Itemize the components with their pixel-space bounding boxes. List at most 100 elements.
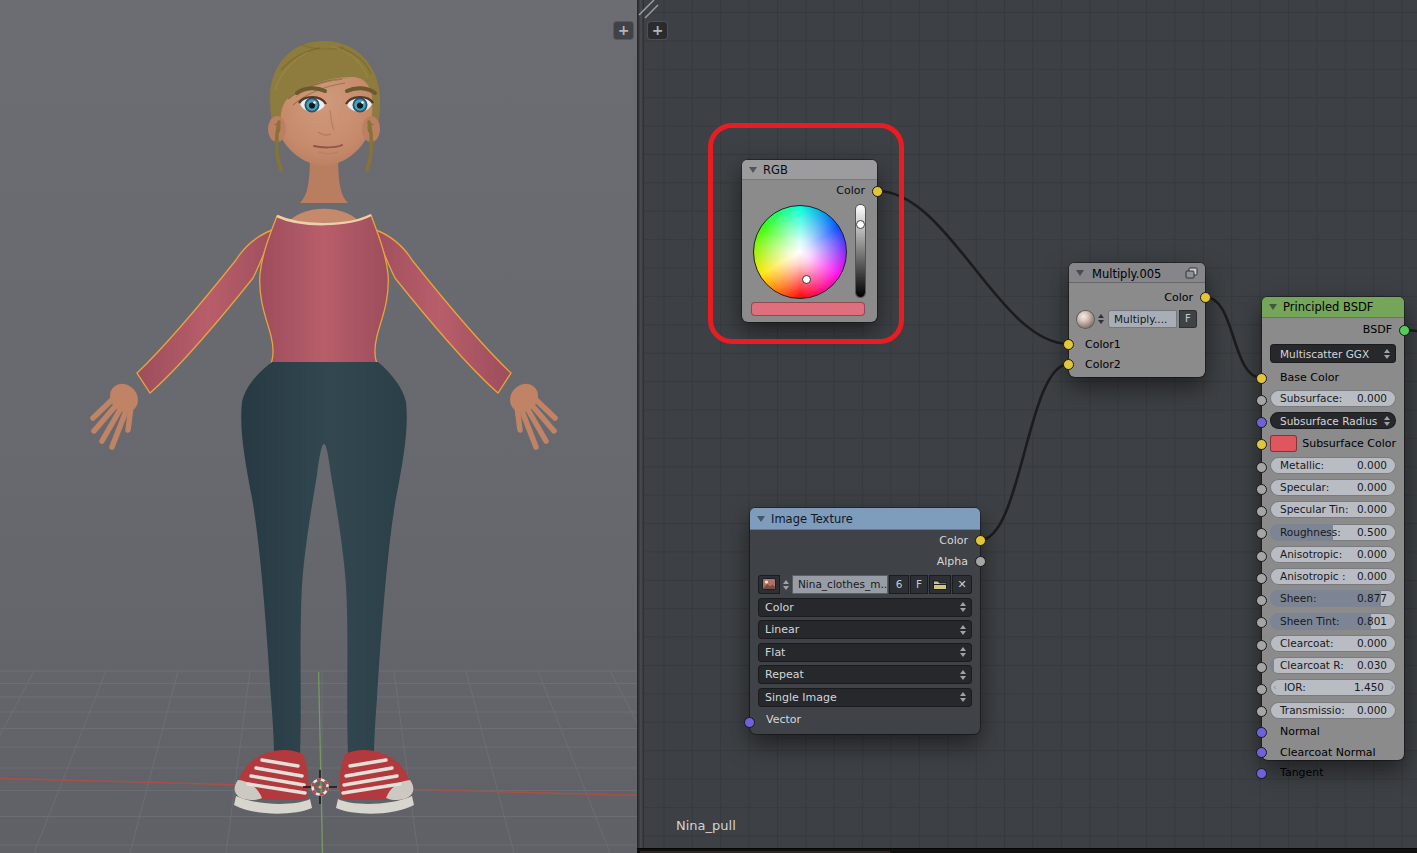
socket-clearcoat[interactable] bbox=[1256, 640, 1267, 651]
texture-option-dropdown-repeat[interactable]: Repeat bbox=[758, 665, 972, 684]
bsdf-row-transmissio: Transmissio:0.000 bbox=[1262, 702, 1404, 723]
socket-clearcoat-r[interactable] bbox=[1256, 662, 1267, 673]
socket-color-output[interactable] bbox=[975, 535, 986, 546]
node-principled-header[interactable]: Principled BSDF bbox=[1262, 297, 1404, 318]
slider-11[interactable]: Sheen Tint:0.801 bbox=[1270, 613, 1396, 630]
socket-subsurface[interactable] bbox=[1256, 395, 1267, 406]
dropdown-stepper-icon[interactable] bbox=[1384, 349, 1390, 359]
open-image-button[interactable] bbox=[929, 575, 951, 594]
image-users-count[interactable]: 6 bbox=[889, 575, 909, 594]
bsdf-row-roughness: Roughness:0.500 bbox=[1262, 524, 1404, 545]
texture-color-output-row: Color bbox=[750, 530, 980, 551]
viewport-3d[interactable] bbox=[0, 0, 637, 853]
node-principled-bsdf[interactable]: Principled BSDF BSDF Multiscatter GGX Ba… bbox=[1262, 297, 1404, 760]
socket-sheen[interactable] bbox=[1256, 595, 1267, 606]
input-label: Subsurface Color bbox=[1297, 437, 1396, 450]
bsdf-row-clearcoat: Clearcoat:0.000 bbox=[1262, 635, 1404, 656]
input-label: Tangent bbox=[1270, 763, 1396, 784]
texture-vector-input-row: Vector bbox=[750, 709, 980, 731]
bsdf-row-ior: ‹IOR:1.450› bbox=[1262, 679, 1404, 700]
copy-node-icon bbox=[1185, 267, 1198, 279]
dropdown-stepper-icon[interactable] bbox=[960, 602, 966, 612]
slider-15[interactable]: Transmissio:0.000 bbox=[1270, 702, 1396, 719]
dropdown-2[interactable]: Subsurface Radius bbox=[1270, 412, 1396, 429]
slider-10[interactable]: Sheen:0.877 bbox=[1270, 590, 1396, 607]
distribution-dropdown[interactable]: Multiscatter GGX bbox=[1270, 344, 1396, 363]
bsdf-output-row: BSDF bbox=[1262, 318, 1404, 341]
texture-option-dropdown-linear[interactable]: Linear bbox=[758, 620, 972, 639]
dropdown-stepper-icon[interactable] bbox=[960, 670, 966, 680]
area-corner-grip[interactable] bbox=[637, 0, 659, 20]
collapse-triangle-icon[interactable] bbox=[1076, 270, 1084, 276]
fake-user-button[interactable]: F bbox=[910, 575, 928, 594]
fake-user-button[interactable]: F bbox=[1179, 310, 1197, 328]
unlink-image-button[interactable]: ✕ bbox=[952, 575, 972, 594]
bsdf-row-normal: Normal bbox=[1262, 722, 1404, 743]
socket-normal[interactable] bbox=[1256, 727, 1267, 738]
blend-type-dropdown[interactable]: Multiply.... bbox=[1108, 310, 1177, 328]
socket-color-output[interactable] bbox=[1200, 292, 1211, 303]
image-name-field[interactable]: Nina_clothes_m... bbox=[792, 575, 888, 594]
bsdf-row-subsurface-color: Subsurface Color bbox=[1262, 435, 1404, 456]
socket-color1-input[interactable] bbox=[1063, 339, 1074, 350]
node-title: Image Texture bbox=[771, 512, 973, 526]
slider-9[interactable]: Anisotropic :0.000 bbox=[1270, 568, 1396, 585]
slider-4[interactable]: Metallic:0.000 bbox=[1270, 457, 1396, 474]
socket-base-color[interactable] bbox=[1256, 373, 1267, 384]
node-image-texture[interactable]: Image Texture Color Alpha Nina_clothes_m… bbox=[750, 508, 980, 734]
numfield-ior[interactable]: ‹IOR:1.450› bbox=[1270, 679, 1396, 696]
texture-option-dropdown-single-image[interactable]: Single Image bbox=[758, 688, 972, 707]
socket-clearcoat-normal[interactable] bbox=[1256, 747, 1267, 758]
slider-1[interactable]: Subsurface:0.000 bbox=[1270, 390, 1396, 407]
socket-ior[interactable] bbox=[1256, 684, 1267, 695]
dropdown-stepper-icon[interactable] bbox=[960, 692, 966, 702]
collapse-triangle-icon[interactable] bbox=[1269, 304, 1277, 310]
image-stepper[interactable] bbox=[781, 580, 791, 590]
bsdf-row-sheen: Sheen:0.877 bbox=[1262, 590, 1404, 611]
texture-option-dropdown-flat[interactable]: Flat bbox=[758, 643, 972, 662]
socket-subsurface-color[interactable] bbox=[1256, 439, 1267, 450]
socket-vector-input[interactable] bbox=[744, 717, 755, 728]
socket-subsurface-radius[interactable] bbox=[1256, 417, 1267, 428]
socket-specular-tin[interactable] bbox=[1256, 506, 1267, 517]
socket-color2-input[interactable] bbox=[1063, 359, 1074, 370]
slider-7[interactable]: Roughness:0.500 bbox=[1270, 524, 1396, 541]
viewport-expand-panel-button[interactable]: + bbox=[613, 21, 634, 40]
texture-option-dropdown-color[interactable]: Color bbox=[758, 598, 972, 617]
image-browse-button[interactable] bbox=[758, 575, 780, 594]
node-editor[interactable]: + RGB Color Multiply.005 Color Color1 Co… bbox=[644, 0, 1417, 853]
socket-bsdf-output[interactable] bbox=[1399, 325, 1410, 336]
slider-12[interactable]: Clearcoat:0.000 bbox=[1270, 635, 1396, 652]
socket-anisotropic[interactable] bbox=[1256, 551, 1267, 562]
subsurface-color-swatch[interactable] bbox=[1270, 435, 1297, 452]
node-multiply-header[interactable] bbox=[1069, 263, 1205, 283]
output-label: BSDF bbox=[1363, 323, 1392, 336]
dropdown-stepper-icon[interactable] bbox=[960, 625, 966, 635]
node-title: Principled BSDF bbox=[1283, 300, 1397, 314]
node-image-texture-header[interactable]: Image Texture bbox=[750, 508, 980, 530]
blend-type-stepper[interactable] bbox=[1096, 314, 1106, 324]
output-label: Color bbox=[939, 534, 968, 547]
slider-6[interactable]: Specular Tin:0.000 bbox=[1270, 501, 1396, 518]
slider-13[interactable]: Clearcoat R:0.030 bbox=[1270, 657, 1396, 674]
socket-anisotropic[interactable] bbox=[1256, 573, 1267, 584]
area-divider[interactable] bbox=[637, 0, 644, 853]
socket-transmissio[interactable] bbox=[1256, 706, 1267, 717]
node-multiply[interactable]: Multiply.005 Color Color1 Color2 Multipl… bbox=[1069, 263, 1205, 377]
material-preview-sphere-icon bbox=[1077, 311, 1094, 328]
input-label: Clearcoat Normal bbox=[1270, 743, 1396, 764]
input-label: Vector bbox=[766, 713, 801, 726]
svg-text:Color1: Color1 bbox=[1085, 338, 1121, 351]
bsdf-row-anisotropic: Anisotropic :0.000 bbox=[1262, 568, 1404, 589]
socket-sheen-tint[interactable] bbox=[1256, 617, 1267, 628]
input-label: Base Color bbox=[1270, 368, 1396, 389]
socket-specular[interactable] bbox=[1256, 484, 1267, 495]
slider-8[interactable]: Anisotropic:0.000 bbox=[1270, 546, 1396, 563]
socket-metallic[interactable] bbox=[1256, 462, 1267, 473]
socket-tangent[interactable] bbox=[1256, 768, 1267, 779]
dropdown-stepper-icon[interactable] bbox=[960, 647, 966, 657]
collapse-triangle-icon[interactable] bbox=[757, 516, 765, 522]
socket-roughness[interactable] bbox=[1256, 528, 1267, 539]
slider-5[interactable]: Specular:0.000 bbox=[1270, 479, 1396, 496]
socket-alpha-output[interactable] bbox=[975, 556, 986, 567]
